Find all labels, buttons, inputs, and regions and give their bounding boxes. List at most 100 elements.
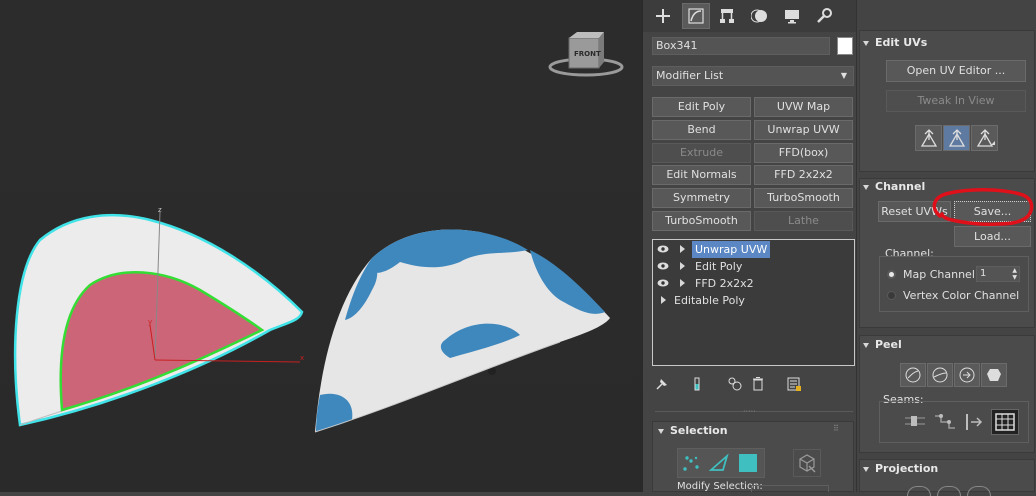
expand-face-to-seams-button[interactable] (991, 409, 1019, 435)
perspective-viewport[interactable]: FRONT z x y (0, 0, 642, 492)
modifier-button-extrude[interactable]: Extrude (652, 143, 751, 163)
peel-mode-icon (932, 367, 948, 383)
map-channel-spinner[interactable]: 1 ▲ ▼ (976, 266, 1020, 282)
tab-motion[interactable] (746, 3, 774, 29)
collapse-arrow-icon (863, 466, 869, 472)
expand-arrow-icon[interactable] (680, 279, 685, 287)
modifier-button-ffd-box[interactable]: FFD(box) (754, 143, 853, 163)
modifier-button-lathe[interactable]: Lathe (754, 211, 853, 231)
rollout-grip-icon[interactable]: ⠿ (833, 424, 839, 433)
open-uv-editor-button[interactable]: Open UV Editor ... (886, 60, 1026, 82)
tab-modify[interactable] (682, 3, 710, 29)
modifier-button-turbosmooth-2[interactable]: TurboSmooth (652, 211, 751, 231)
quick-map-options-button[interactable] (971, 125, 998, 151)
element-mode-button[interactable] (793, 449, 821, 477)
quick-planar-map-button[interactable] (915, 125, 942, 151)
motion-icon (751, 9, 767, 23)
projection-planar-icon[interactable] (907, 486, 931, 496)
object-name-field[interactable]: Box341 (652, 37, 830, 55)
projection-cylindrical-icon[interactable] (937, 486, 961, 496)
collapse-arrow-icon (863, 40, 869, 46)
splitter-grip[interactable]: ····· (743, 407, 756, 416)
spinner-arrows-icon[interactable]: ▲ ▼ (1012, 267, 1017, 281)
modifier-button-edit-poly[interactable]: Edit Poly (652, 97, 751, 117)
unwrap-parameters-panel: Edit UVs Open UV Editor ... Tweak In Vie… (856, 0, 1036, 496)
tweak-in-view-button[interactable]: Tweak In View (886, 90, 1026, 112)
edge-mode-button[interactable] (707, 451, 731, 475)
vertex-mode-button[interactable] (679, 451, 703, 475)
peel-icon (905, 367, 921, 383)
peel-header[interactable]: Peel (863, 338, 902, 351)
channel-header[interactable]: Channel (863, 180, 925, 193)
vertex-color-radio[interactable] (887, 291, 896, 300)
selection-title: Selection (670, 424, 728, 437)
gizmo-z-label: z (158, 206, 162, 214)
projection-spherical-icon[interactable] (967, 486, 991, 496)
expand-arrow-icon[interactable] (680, 245, 685, 253)
edit-uvs-header[interactable]: Edit UVs (863, 36, 927, 49)
stack-item-edit-poly[interactable]: Edit Poly (653, 258, 854, 275)
edit-seams-button[interactable] (931, 409, 959, 435)
edge-to-seam-icon (966, 414, 983, 430)
eye-icon[interactable] (657, 262, 669, 270)
quick-peel-button[interactable] (900, 363, 926, 387)
grid-seam-icon (995, 413, 1015, 431)
projection-title: Projection (875, 462, 939, 475)
stack-item-label: Editable Poly (674, 294, 745, 307)
convert-edge-to-seams-button[interactable] (961, 409, 989, 435)
channel-group (879, 256, 1029, 312)
selection-rollout-header[interactable]: Selection (658, 424, 728, 437)
point-to-point-seams-button[interactable] (901, 409, 929, 435)
eye-icon[interactable] (657, 279, 669, 287)
tab-hierarchy[interactable] (713, 3, 741, 29)
modifier-button-unwrap-uvw[interactable]: Unwrap UVW (754, 120, 853, 140)
make-unique-icon[interactable] (725, 374, 745, 394)
view-cube-label: FRONT (574, 50, 601, 58)
trash-icon[interactable] (748, 374, 768, 394)
pelt-map-button[interactable] (981, 363, 1007, 387)
eye-icon[interactable] (657, 245, 669, 253)
tab-create[interactable] (649, 3, 677, 29)
element-cube-icon (799, 454, 816, 473)
stack-item-ffd-2x2x2[interactable]: FFD 2x2x2 (653, 275, 854, 292)
modifier-stack[interactable]: Unwrap UVW Edit Poly FFD 2x2x2 Editable … (652, 239, 855, 366)
map-options-icon (976, 129, 995, 147)
edge-icon (709, 453, 729, 471)
modifier-list-dropdown[interactable]: Modifier List ▼ (652, 66, 854, 86)
modifier-button-edit-normals[interactable]: Edit Normals (652, 165, 751, 185)
reset-peel-icon (959, 367, 975, 383)
monitor-icon (785, 10, 799, 24)
seam-path-icon (935, 414, 955, 429)
command-panel-tabs (643, 0, 856, 32)
projection-header[interactable]: Projection (863, 462, 938, 475)
viewport-scene (13, 32, 624, 433)
tab-display[interactable] (778, 3, 806, 29)
planar-map-icon (920, 129, 937, 147)
modifier-button-ffd-2x2x2[interactable]: FFD 2x2x2 (754, 165, 853, 185)
modifier-button-bend[interactable]: Bend (652, 120, 751, 140)
expand-arrow-icon[interactable] (680, 262, 685, 270)
quick-map-active-button[interactable] (943, 125, 970, 151)
chevron-down-icon: ▼ (840, 71, 847, 80)
map-channel-radio[interactable] (887, 270, 896, 279)
reset-peel-button[interactable] (954, 363, 980, 387)
peel-title: Peel (875, 338, 902, 351)
vertex-color-channel-label: Vertex Color Channel (903, 289, 1020, 302)
modifier-button-uvw-map[interactable]: UVW Map (754, 97, 853, 117)
show-end-result-icon[interactable] (687, 374, 707, 394)
polygon-mode-button[interactable] (736, 451, 760, 475)
stack-item-editable-poly[interactable]: Editable Poly (653, 292, 854, 309)
stack-item-unwrap-uvw[interactable]: Unwrap UVW (653, 241, 854, 258)
modifier-button-symmetry[interactable]: Symmetry (652, 188, 751, 208)
collapse-arrow-icon (658, 428, 664, 434)
vertex-icon (683, 456, 699, 471)
configure-modifier-sets-icon[interactable] (784, 374, 804, 394)
object-color-swatch[interactable] (837, 37, 853, 55)
peel-mode-button[interactable] (927, 363, 953, 387)
tab-utilities[interactable] (810, 3, 838, 29)
expand-arrow-icon[interactable] (661, 296, 666, 304)
pin-stack-icon[interactable] (652, 374, 672, 394)
modifier-button-turbosmooth[interactable]: TurboSmooth (754, 188, 853, 208)
stack-item-label: Edit Poly (695, 260, 743, 273)
modifier-list-label: Modifier List (656, 69, 724, 82)
